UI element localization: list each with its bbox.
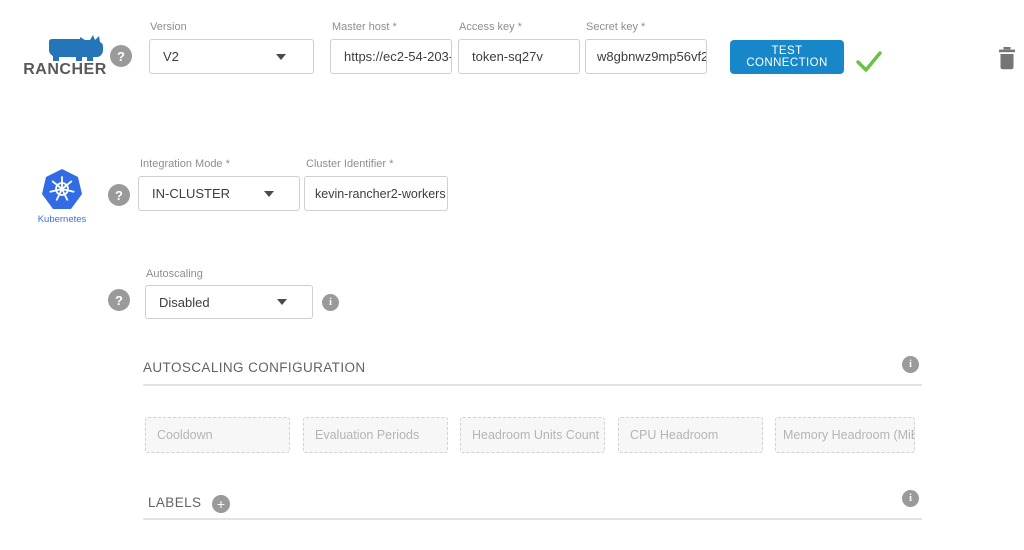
chevron-down-icon (277, 299, 287, 305)
autoscaling-label: Autoscaling (146, 268, 203, 280)
version-label: Version (150, 21, 187, 33)
autoscaling-value: Disabled (159, 295, 210, 310)
integration-config-page: RANCHER ? Version V2 Master host * https… (0, 0, 1024, 550)
question-mark-icon[interactable]: ? (108, 184, 130, 206)
master-host-value: https://ec2-54-203- (344, 49, 452, 64)
integration-mode-select[interactable]: IN-CLUSTER (138, 176, 300, 211)
secret-key-input[interactable]: w8gbnwz9mp56vf2 (585, 39, 707, 74)
labels-header: LABELS (148, 495, 201, 510)
trash-icon[interactable] (998, 46, 1016, 75)
version-value: V2 (163, 49, 179, 64)
section-divider (143, 518, 922, 520)
cluster-identifier-value: kevin-rancher2-workers (315, 187, 446, 201)
autoscaling-select[interactable]: Disabled (145, 285, 313, 319)
plus-icon[interactable]: + (212, 495, 230, 513)
question-mark-icon[interactable]: ? (110, 45, 132, 67)
integration-mode-value: IN-CLUSTER (152, 186, 230, 201)
cooldown-input-disabled: Cooldown (145, 417, 290, 453)
master-host-input[interactable]: https://ec2-54-203- (330, 39, 452, 74)
master-host-label: Master host * (332, 21, 397, 33)
cluster-identifier-label: Cluster Identifier * (306, 158, 393, 170)
secret-key-label: Secret key * (586, 21, 645, 33)
question-mark-icon[interactable]: ? (108, 289, 130, 311)
access-key-value: token-sq27v (472, 49, 543, 64)
rancher-logo (44, 33, 106, 61)
kubernetes-logo (40, 168, 84, 212)
access-key-input[interactable]: token-sq27v (458, 39, 580, 74)
rancher-logo-text: RANCHER (20, 61, 110, 79)
access-key-label: Access key * (459, 21, 522, 33)
rancher-bull-icon (44, 33, 106, 61)
autoscaling-configuration-header: AUTOSCALING CONFIGURATION (143, 360, 366, 375)
evaluation-periods-input-disabled: Evaluation Periods (303, 417, 448, 453)
test-connection-button[interactable]: TEST CONNECTION (730, 40, 844, 74)
kubernetes-logo-label: Kubernetes (27, 214, 97, 225)
info-icon[interactable]: i (902, 490, 919, 507)
cluster-identifier-input[interactable]: kevin-rancher2-workers (304, 176, 448, 211)
kubernetes-wheel-icon (40, 168, 84, 212)
chevron-down-icon (264, 191, 274, 197)
integration-mode-label: Integration Mode * (140, 158, 230, 170)
memory-headroom-input-disabled: Memory Headroom (MiB) (775, 417, 915, 453)
check-icon (855, 50, 883, 77)
version-select[interactable]: V2 (149, 39, 314, 74)
chevron-down-icon (276, 54, 286, 60)
secret-key-value: w8gbnwz9mp56vf2 (597, 49, 707, 64)
cpu-headroom-input-disabled: CPU Headroom (618, 417, 763, 453)
info-icon[interactable]: i (902, 356, 919, 373)
headroom-units-count-input-disabled: Headroom Units Count (460, 417, 605, 453)
info-icon[interactable]: i (322, 294, 339, 311)
section-divider (143, 384, 922, 386)
